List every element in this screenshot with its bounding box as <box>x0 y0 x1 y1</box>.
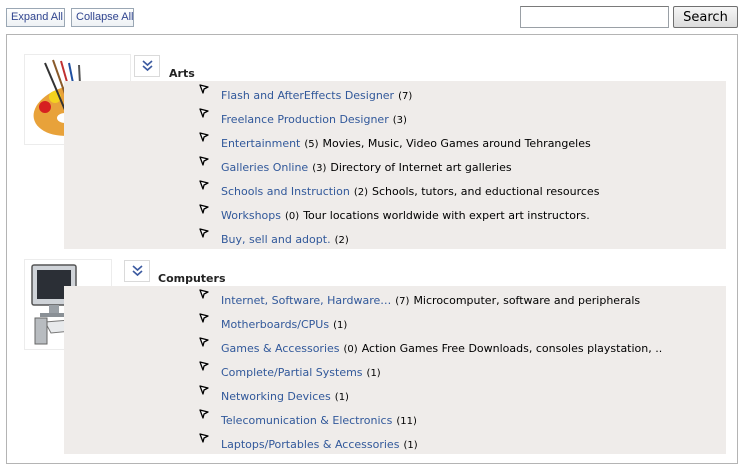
pointer-arrow-icon <box>199 337 209 347</box>
list-item: Complete/Partial Systems (1) <box>64 358 726 382</box>
item-count: (1) <box>403 440 418 451</box>
category-title: Arts <box>169 67 195 80</box>
item-text: Entertainment (5) Movies, Music, Video Gam… <box>221 137 591 150</box>
category-arts-toggle[interactable] <box>134 55 160 77</box>
collapse-all-button[interactable]: Collapse All <box>71 8 134 27</box>
list-item: Entertainment (5) Movies, Music, Video Gam… <box>64 129 726 153</box>
item-link[interactable]: Flash and AfterEffects Designer <box>221 89 394 102</box>
category-computers-toggle[interactable] <box>124 260 150 282</box>
item-count: (3) <box>392 115 407 126</box>
item-text: Internet, Software, Hardware… (7) Microcom… <box>221 294 640 307</box>
list-item: Games & Accessories (0) Action Games Free … <box>64 334 726 358</box>
pointer-arrow-icon <box>199 361 209 371</box>
category-title: Computers <box>158 272 226 285</box>
item-count: (7) <box>395 296 410 307</box>
double-chevron-down-icon <box>132 265 143 277</box>
pointer-arrow-icon <box>199 84 209 94</box>
item-link[interactable]: Buy, sell and adopt. <box>221 233 331 246</box>
item-count: (1) <box>334 392 349 403</box>
list-item: Networking Devices (1) <box>64 382 726 406</box>
pointer-arrow-icon <box>199 313 209 323</box>
item-text: Games & Accessories (0) Action Games Free … <box>221 342 662 355</box>
list-item: Flash and AfterEffects Designer (7) <box>64 81 726 105</box>
item-count: (0) <box>285 211 300 222</box>
item-link[interactable]: Entertainment <box>221 137 300 150</box>
item-link[interactable]: Galleries Online <box>221 161 308 174</box>
list-item: Buy, sell and adopt. (2) <box>64 225 726 249</box>
pointer-arrow-icon <box>199 385 209 395</box>
item-text: Laptops/Portables & Accessories (1) <box>221 438 422 451</box>
item-link[interactable]: Schools and Instruction <box>221 185 350 198</box>
list-item: Internet, Software, Hardware… (7) Microcom… <box>64 286 726 310</box>
item-count: (2) <box>353 187 368 198</box>
item-link[interactable]: Networking Devices <box>221 390 331 403</box>
item-description: Directory of Internet art galleries <box>330 161 512 174</box>
item-text: Motherboards/CPUs (1) <box>221 318 351 331</box>
item-link[interactable]: Internet, Software, Hardware… <box>221 294 391 307</box>
search-button[interactable]: Search <box>673 6 738 28</box>
pointer-arrow-icon <box>199 433 209 443</box>
pointer-arrow-icon <box>199 108 209 118</box>
pointer-arrow-icon <box>199 156 209 166</box>
item-text: Telecomunication & Electronics (11) <box>221 414 421 427</box>
item-link[interactable]: Motherboards/CPUs <box>221 318 329 331</box>
item-count: (5) <box>304 139 319 150</box>
search-input[interactable] <box>520 6 669 28</box>
item-count: (7) <box>398 91 413 102</box>
expand-all-button[interactable]: Expand All <box>6 8 65 27</box>
pointer-arrow-icon <box>199 228 209 238</box>
category-item-list: Internet, Software, Hardware… (7) Microcom… <box>64 286 726 454</box>
item-link[interactable]: Freelance Production Designer <box>221 113 389 126</box>
item-description: Movies, Music, Video Games around Tehran… <box>322 137 591 150</box>
list-item: Laptops/Portables & Accessories (1) <box>64 430 726 454</box>
item-text: Workshops (0) Tour locations worldwide wit… <box>221 209 590 222</box>
pointer-arrow-icon <box>199 132 209 142</box>
item-count: (11) <box>396 416 417 427</box>
item-text: Buy, sell and adopt. (2) <box>221 233 353 246</box>
item-text: Galleries Online (3) Directory of Internet… <box>221 161 512 174</box>
list-item: Freelance Production Designer (3) <box>64 105 726 129</box>
double-chevron-down-icon <box>142 60 153 72</box>
pointer-arrow-icon <box>199 409 209 419</box>
category-item-list: Flash and AfterEffects Designer (7) Freela… <box>64 81 726 249</box>
pointer-arrow-icon <box>199 204 209 214</box>
item-text: Networking Devices (1) <box>221 390 353 403</box>
item-link[interactable]: Workshops <box>221 209 281 222</box>
item-description: Action Games Free Downloads, consoles pl… <box>361 342 663 355</box>
item-count: (1) <box>366 368 381 379</box>
list-item: Workshops (0) Tour locations worldwide wit… <box>64 201 726 225</box>
item-description: Tour locations worldwide with expert art… <box>303 209 590 222</box>
item-text: Schools and Instruction (2) Schools, tutor… <box>221 185 599 198</box>
item-description: Schools, tutors, and eductional resource… <box>371 185 600 198</box>
item-link[interactable]: Games & Accessories <box>221 342 340 355</box>
item-count: (1) <box>333 320 348 331</box>
pointer-arrow-icon <box>199 180 209 190</box>
item-link[interactable]: Laptops/Portables & Accessories <box>221 438 399 451</box>
item-description: Microcomputer, software and peripherals <box>413 294 641 307</box>
list-item: Telecomunication & Electronics (11) <box>64 406 726 430</box>
list-item: Motherboards/CPUs (1) <box>64 310 726 334</box>
pointer-arrow-icon <box>199 289 209 299</box>
item-link[interactable]: Telecomunication & Electronics <box>221 414 392 427</box>
category-panel: Arts Flash and AfterEffects Designer (7) F… <box>6 34 738 464</box>
item-link[interactable]: Complete/Partial Systems <box>221 366 363 379</box>
item-count: (2) <box>334 235 349 246</box>
list-item: Schools and Instruction (2) Schools, tutor… <box>64 177 726 201</box>
item-text: Complete/Partial Systems (1) <box>221 366 385 379</box>
item-text: Flash and AfterEffects Designer (7) <box>221 89 416 102</box>
item-count: (3) <box>312 163 327 174</box>
item-text: Freelance Production Designer (3) <box>221 113 411 126</box>
list-item: Galleries Online (3) Directory of Internet… <box>64 153 726 177</box>
item-count: (0) <box>343 344 358 355</box>
